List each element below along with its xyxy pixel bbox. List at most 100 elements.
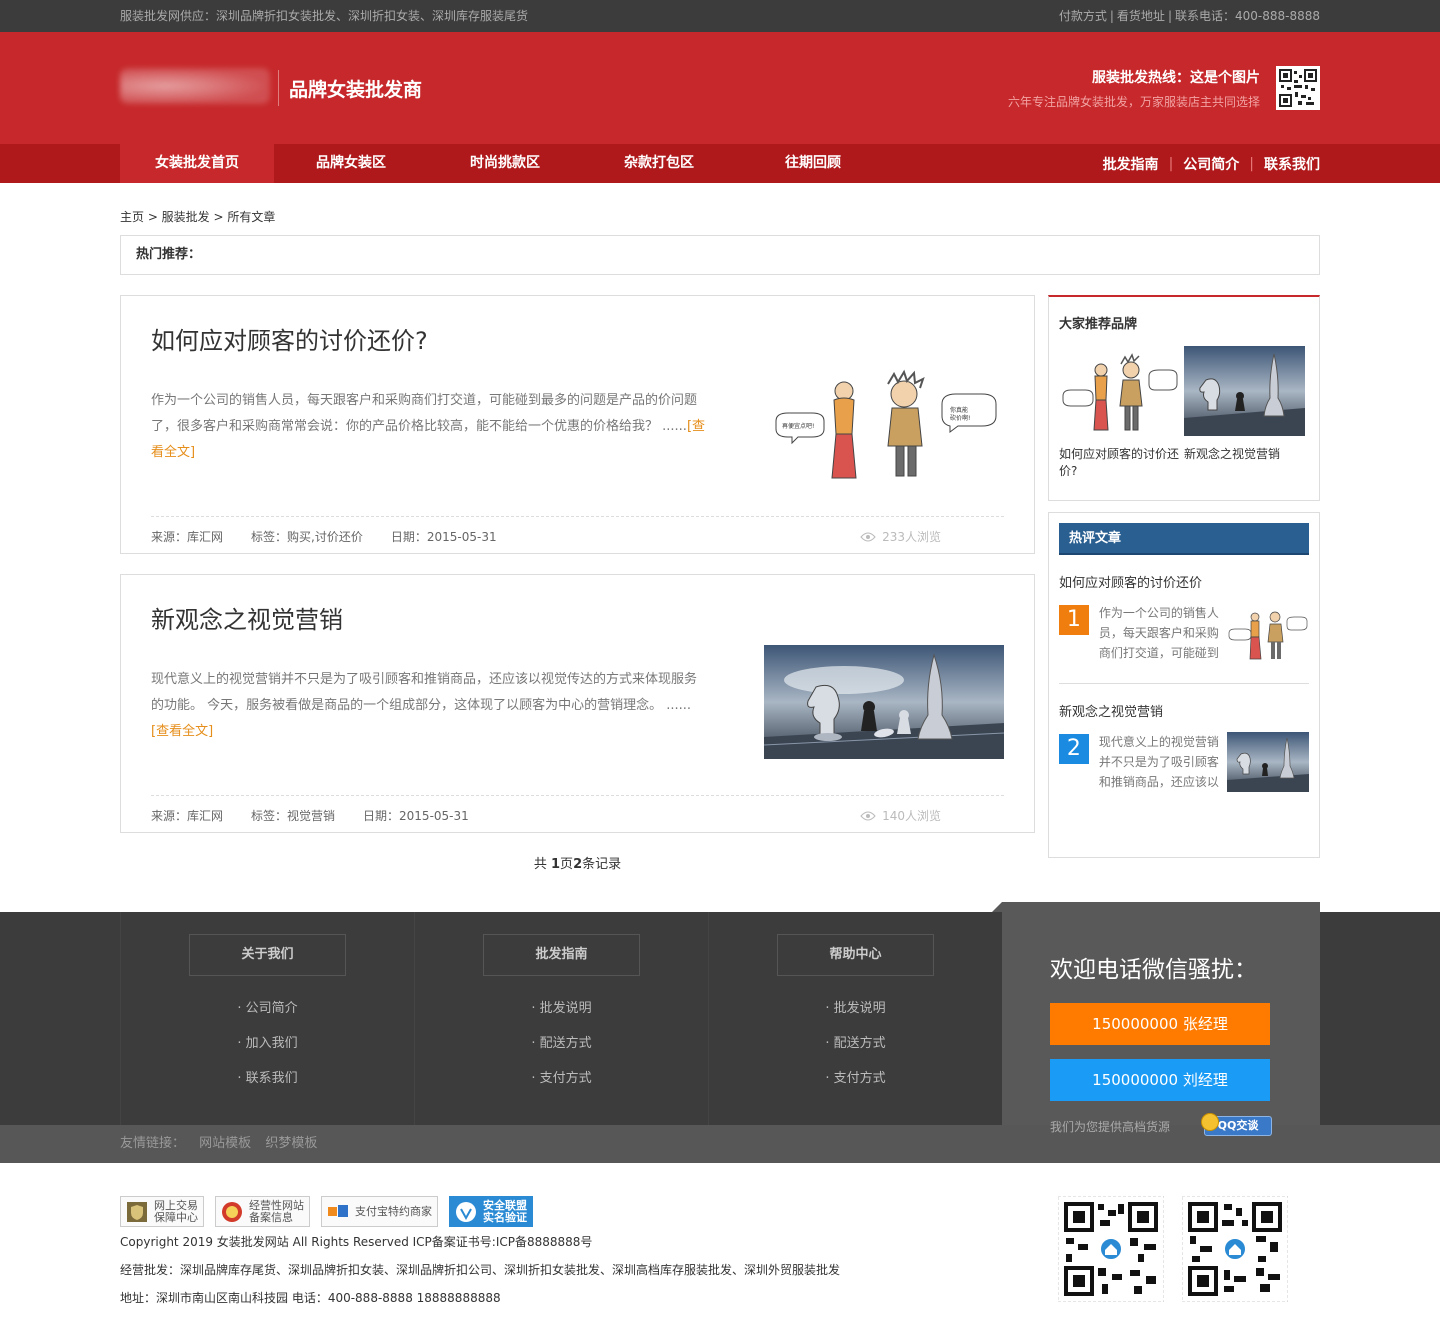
footer-link[interactable]: · 配送方式 bbox=[415, 1034, 708, 1069]
footer-link[interactable]: · 配送方式 bbox=[709, 1034, 1002, 1069]
svg-text:你真能: 你真能 bbox=[950, 406, 968, 414]
contact-title: 欢迎电话微信骚扰： bbox=[1050, 957, 1257, 983]
nav-right-links: 批发指南 | 公司简介 | 联系我们 bbox=[1102, 154, 1320, 174]
nav-item-home[interactable]: 女装批发首页 bbox=[120, 144, 274, 183]
site-logo[interactable] bbox=[120, 68, 270, 104]
article-summary: 作为一个公司的销售人员，每天跟客户和采购商们打交道，可能碰到最多的问题是产品的价… bbox=[151, 393, 706, 460]
brand-thumbnail-chess[interactable] bbox=[1184, 346, 1305, 436]
nav-item-past[interactable]: 往期回顾 bbox=[736, 144, 890, 183]
copyright: Copyright 2019 女装批发网站 All Rights Reserve… bbox=[120, 1235, 593, 1249]
article-tags[interactable]: 标签：购买,讨价还价 bbox=[251, 528, 363, 545]
footer-link[interactable]: · 加入我们 bbox=[121, 1034, 414, 1069]
footer-link[interactable]: · 批发说明 bbox=[415, 999, 708, 1034]
bottom-info: 网上交易 保障中心 经营性网站 备案信息 支付宝特约商家 安全联盟 实名验证 Copy… bbox=[0, 1163, 1440, 1311]
hot-article-item: 新观念之视觉营销 2 现代意义上的视觉营销并不只是为了吸引顾客和推销商品，还应该… bbox=[1059, 684, 1309, 792]
logo-divider bbox=[278, 70, 279, 106]
footer-heading[interactable]: 帮助中心 bbox=[777, 934, 934, 976]
hot-articles: 热评文章 如何应对顾客的讨价还价 1 作为一个公司的销售人员，每天跟客户和采购商… bbox=[1048, 512, 1320, 858]
hot-articles-title: 热评文章 bbox=[1059, 523, 1309, 555]
read-more-link[interactable]: [查看全文] bbox=[151, 724, 213, 739]
article-list: 如何应对顾客的讨价还价? 作为一个公司的销售人员，每天跟客户和采购商们打交道，可… bbox=[120, 295, 1035, 872]
hot-article-item: 如何应对顾客的讨价还价 1 作为一个公司的销售人员，每天跟客户和采购商们打交道，… bbox=[1059, 555, 1309, 663]
friend-link[interactable]: 网站模板 bbox=[199, 1136, 251, 1151]
nav-link-about[interactable]: 公司简介 bbox=[1183, 154, 1239, 174]
badge-trade-guarantee[interactable]: 网上交易 保障中心 bbox=[120, 1196, 204, 1227]
friend-links-bar: 友情链接： 网站模板 织梦模板 bbox=[0, 1125, 1440, 1163]
trust-badges: 网上交易 保障中心 经营性网站 备案信息 支付宝特约商家 安全联盟 实名验证 bbox=[120, 1196, 840, 1227]
pagination-info: 共 1页2条记录 bbox=[533, 857, 622, 872]
recommended-brands: 大家推荐品牌 如何应对顾客的讨价还价? 新观念之视觉营销 bbox=[1048, 295, 1320, 501]
article-thumbnail-cartoon[interactable]: 再便宜点吧! 你真能 砍价啊! bbox=[764, 366, 1004, 486]
nav-item-brand[interactable]: 品牌女装区 bbox=[274, 144, 428, 183]
hot-article-excerpt: 作为一个公司的销售人员，每天跟客户和采购商们打交道，可能碰到 bbox=[1098, 606, 1219, 660]
hotline-title: 服装批发热线：这是个图片 bbox=[1092, 69, 1260, 86]
brand-caption[interactable]: 新观念之视觉营销 bbox=[1184, 446, 1309, 463]
rank-badge: 2 bbox=[1059, 734, 1089, 764]
brand-thumbnail-cartoon[interactable] bbox=[1059, 346, 1180, 436]
footer-link[interactable]: · 支付方式 bbox=[709, 1069, 1002, 1104]
eye-icon bbox=[860, 532, 876, 541]
puzzle-icon bbox=[328, 1204, 348, 1217]
brand-card[interactable]: 新观念之视觉营销 bbox=[1184, 346, 1309, 480]
footer-column-help: 帮助中心 · 批发说明 · 配送方式 · 支付方式 bbox=[708, 912, 1002, 1125]
brand-card[interactable]: 如何应对顾客的讨价还价? bbox=[1059, 346, 1184, 480]
nav-link-contact[interactable]: 联系我们 bbox=[1264, 154, 1320, 174]
article-views: 233人浏览 bbox=[860, 528, 969, 545]
footer-heading[interactable]: 批发指南 bbox=[483, 934, 640, 976]
hot-article-title[interactable]: 如何应对顾客的讨价还价 bbox=[1059, 572, 1309, 591]
friend-links-label: 友情链接： bbox=[120, 1136, 186, 1151]
emblem-icon bbox=[222, 1201, 242, 1222]
hot-article-title[interactable]: 新观念之视觉营销 bbox=[1059, 701, 1309, 720]
top-links: 付款方式 | 看货地址 | 联系电话：400-888-8888 bbox=[1058, 9, 1320, 23]
footer-contact-panel: 欢迎电话微信骚扰： 150000000 张经理 150000000 刘经理 我们… bbox=[992, 902, 1320, 1136]
main-nav: 女装批发首页 品牌女装区 时尚挑款区 杂款打包区 往期回顾 批发指南 | 公司简介… bbox=[0, 144, 1440, 183]
svg-text:砍价啊!: 砍价啊! bbox=[950, 414, 970, 422]
friend-link[interactable]: 织梦模板 bbox=[265, 1136, 317, 1151]
sidebar: 大家推荐品牌 如何应对顾客的讨价还价? 新观念之视觉营销 热评文章 如何应对顾客… bbox=[1048, 295, 1320, 872]
top-link-payment[interactable]: 付款方式 bbox=[1059, 9, 1107, 23]
article-item: 新观念之视觉营销 现代意义上的视觉营销并不只是为了吸引顾客和推销商品，还应该以视… bbox=[120, 574, 1035, 833]
recommended-brands-title: 大家推荐品牌 bbox=[1059, 317, 1138, 332]
top-link-phone[interactable]: 联系电话：400-888-8888 bbox=[1175, 9, 1320, 23]
nav-item-fashion[interactable]: 时尚挑款区 bbox=[428, 144, 582, 183]
site-footer: 关于我们 · 公司简介 · 加入我们 · 联系我们 批发指南 · 批发说明 · … bbox=[0, 902, 1440, 1136]
nav-link-guide[interactable]: 批发指南 bbox=[1103, 154, 1159, 174]
phone-button-liu[interactable]: 150000000 刘经理 bbox=[1050, 1059, 1270, 1101]
footer-link[interactable]: · 公司简介 bbox=[121, 999, 414, 1034]
article-title[interactable]: 如何应对顾客的讨价还价? bbox=[151, 296, 1004, 373]
hotline-subtitle: 六年专注品牌女装批发，万家服装店主共同选择 bbox=[1007, 94, 1260, 109]
footer-link[interactable]: · 批发说明 bbox=[709, 999, 1002, 1034]
article-title[interactable]: 新观念之视觉营销 bbox=[151, 575, 1004, 652]
footer-link[interactable]: · 支付方式 bbox=[415, 1069, 708, 1104]
eye-icon bbox=[860, 811, 876, 820]
footer-heading[interactable]: 关于我们 bbox=[189, 934, 346, 976]
article-date: 日期：2015-05-31 bbox=[390, 530, 497, 544]
article-source: 来源：库汇网 bbox=[151, 530, 224, 544]
hot-article-thumbnail-cartoon[interactable] bbox=[1227, 603, 1309, 663]
article-summary: 现代意义上的视觉营销并不只是为了吸引顾客和推销商品，还应该以视觉传达的方式来体现… bbox=[151, 672, 698, 739]
top-link-address[interactable]: 看货地址 bbox=[1117, 9, 1165, 23]
article-meta: 来源：库汇网 标签：视觉营销 日期：2015-05-31 140人浏览 bbox=[151, 795, 1004, 824]
article-item: 如何应对顾客的讨价还价? 作为一个公司的销售人员，每天跟客户和采购商们打交道，可… bbox=[120, 295, 1035, 554]
article-meta: 来源：库汇网 标签：购买,讨价还价 日期：2015-05-31 233人浏览 bbox=[151, 516, 1004, 545]
badge-alipay-merchant[interactable]: 支付宝特约商家 bbox=[321, 1196, 438, 1227]
hot-article-thumbnail-chess[interactable] bbox=[1227, 732, 1309, 792]
qr-code-2 bbox=[1181, 1195, 1289, 1303]
badge-security-verify[interactable]: 安全联盟 实名验证 bbox=[449, 1196, 533, 1227]
nav-item-bundle[interactable]: 杂款打包区 bbox=[582, 144, 736, 183]
svg-text:再便宜点吧!: 再便宜点吧! bbox=[782, 422, 814, 430]
hot-article-excerpt: 现代意义上的视觉营销并不只是为了吸引顾客和推销商品，还应该以 bbox=[1098, 735, 1219, 789]
hot-recommend-bar: 热门推荐： bbox=[120, 235, 1320, 275]
brand-caption[interactable]: 如何应对顾客的讨价还价? bbox=[1059, 446, 1184, 480]
header-qr-code bbox=[1276, 66, 1320, 110]
article-source: 来源：库汇网 bbox=[151, 809, 224, 823]
qr-code-1 bbox=[1057, 1195, 1165, 1303]
article-thumbnail-chess[interactable] bbox=[763, 645, 1005, 759]
phone-button-zhang[interactable]: 150000000 张经理 bbox=[1050, 1003, 1270, 1045]
article-tags[interactable]: 标签：视觉营销 bbox=[251, 807, 335, 824]
badge-site-filing[interactable]: 经营性网站 备案信息 bbox=[215, 1196, 310, 1227]
footer-column-guide: 批发指南 · 批发说明 · 配送方式 · 支付方式 bbox=[414, 912, 708, 1125]
article-views: 140人浏览 bbox=[860, 807, 969, 824]
footer-link[interactable]: · 联系我们 bbox=[121, 1069, 414, 1104]
breadcrumb[interactable]: 主页 > 服装批发 > 所有文章 bbox=[120, 183, 1320, 235]
